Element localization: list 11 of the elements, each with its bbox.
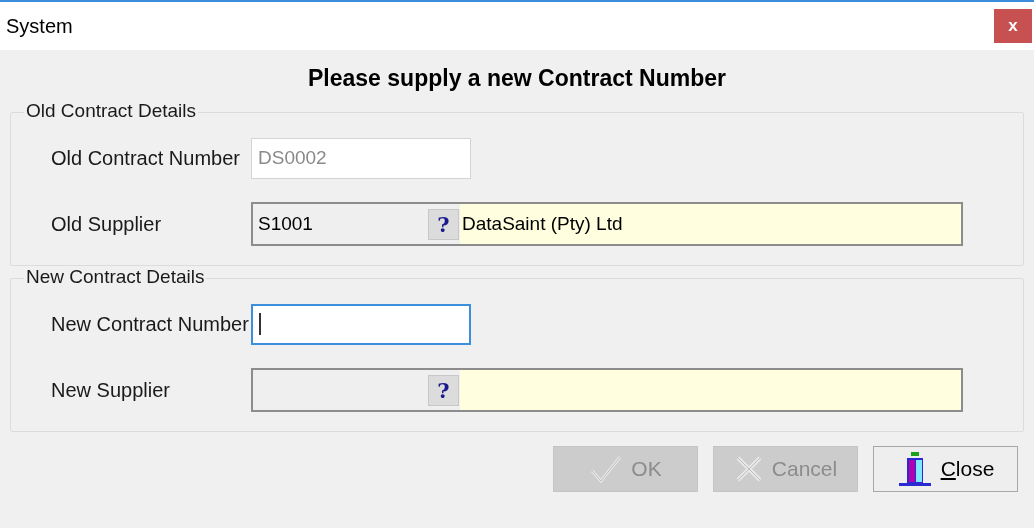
field-label: New Supplier [50, 378, 171, 403]
input-field[interactable] [251, 303, 471, 345]
checkmark-icon [589, 454, 624, 484]
field-label: New Contract Number [50, 312, 250, 337]
field-label: Old Contract Number [50, 146, 241, 171]
door-exit-icon [896, 451, 933, 487]
window-title: System [6, 14, 73, 39]
dialog-button[interactable]: Close [873, 446, 1018, 492]
window-close-button[interactable]: x [994, 9, 1032, 43]
dialog-heading: Please supply a new Contract Number [308, 63, 726, 93]
field-label: Old Supplier [50, 212, 163, 237]
